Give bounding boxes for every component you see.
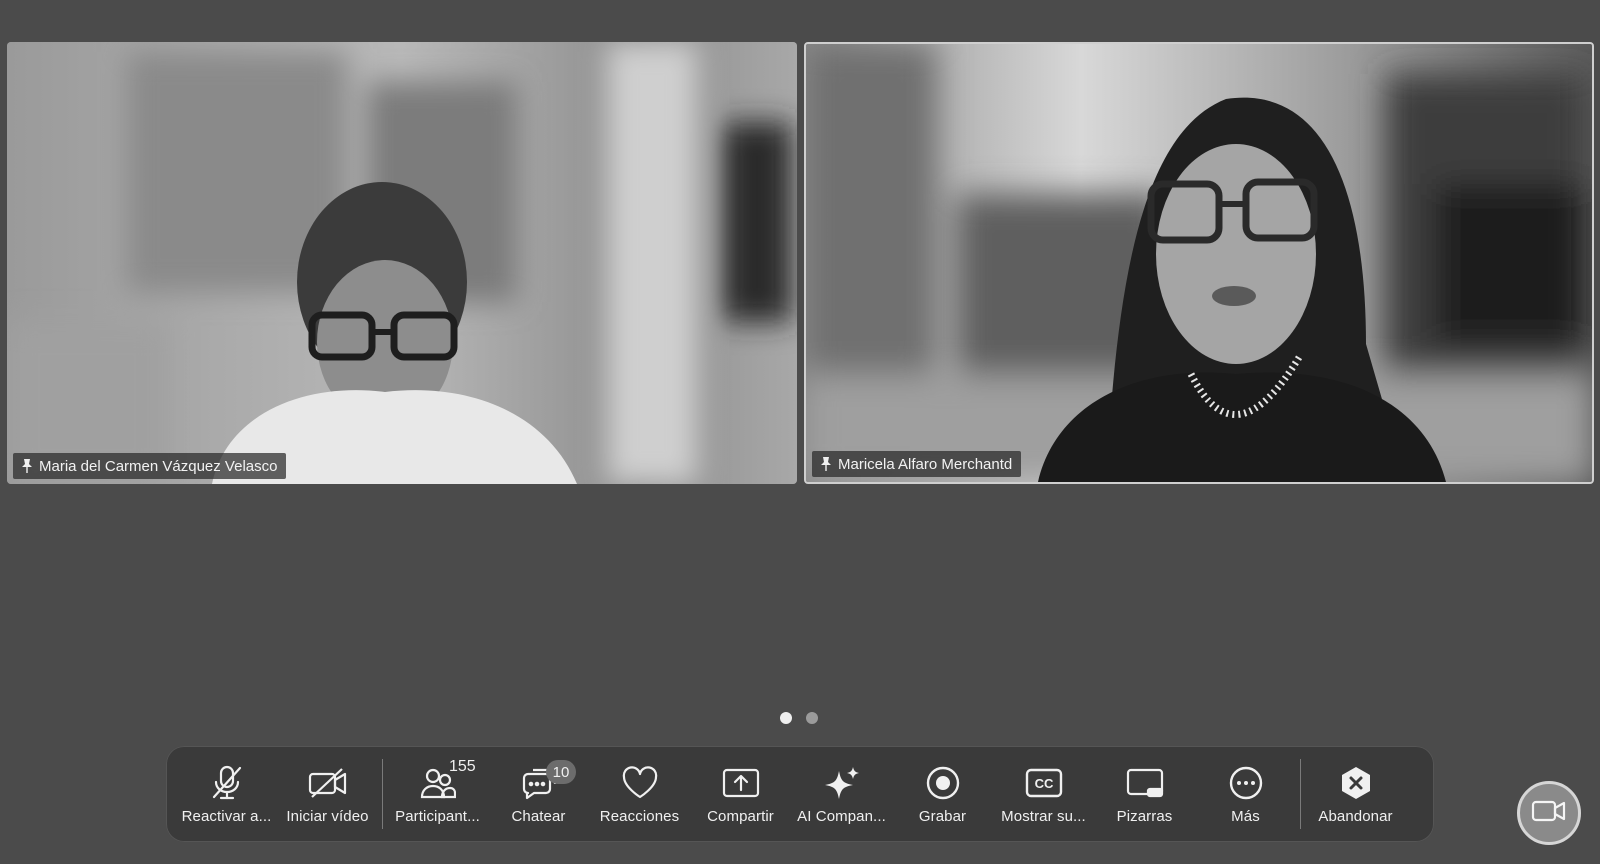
- cc-icon: CC: [1025, 764, 1063, 802]
- video-tile-participant-2[interactable]: Maricela Alfaro Merchantd: [804, 42, 1594, 484]
- chat-button[interactable]: 10 Chatear: [488, 754, 589, 834]
- chat-label: Chatear: [511, 807, 566, 825]
- name-tag: Maricela Alfaro Merchantd: [812, 451, 1022, 477]
- video-tile-participant-1[interactable]: Maria del Carmen Vázquez Velasco: [7, 42, 797, 484]
- ai-companion-button[interactable]: AI Compan...: [791, 754, 892, 834]
- gallery-pager: [780, 712, 818, 724]
- meeting-stage: Maria del Carmen Vázquez Velasco Maricel…: [0, 0, 1600, 864]
- toolbar-divider: [382, 759, 383, 829]
- more-button[interactable]: Más: [1195, 754, 1296, 834]
- share-button[interactable]: Compartir: [690, 754, 791, 834]
- leave-label: Abandonar: [1318, 807, 1393, 825]
- participant-name: Maricela Alfaro Merchantd: [838, 455, 1013, 473]
- unmute-label: Reactivar a...: [181, 807, 272, 825]
- pin-icon: [21, 458, 33, 474]
- mic-muted-icon: [210, 764, 244, 802]
- toolbar-divider: [1300, 759, 1301, 829]
- whiteboards-label: Pizarras: [1116, 807, 1173, 825]
- more-label: Más: [1231, 807, 1260, 825]
- record-label: Grabar: [918, 807, 967, 825]
- record-icon: [925, 764, 961, 802]
- pin-icon: [820, 456, 832, 472]
- start-video-button[interactable]: Iniciar vídeo: [277, 754, 378, 834]
- start-video-label: Iniciar vídeo: [286, 807, 369, 825]
- reactions-button[interactable]: Reacciones: [589, 754, 690, 834]
- share-label: Compartir: [707, 807, 774, 825]
- leave-icon: [1338, 764, 1374, 802]
- unmute-button[interactable]: Reactivar a...: [176, 754, 277, 834]
- captions-label: Mostrar su...: [1001, 807, 1086, 825]
- participant-name: Maria del Carmen Vázquez Velasco: [39, 457, 278, 475]
- whiteboard-icon: [1126, 764, 1164, 802]
- participant-2-video: [806, 44, 1592, 482]
- svg-text:CC: CC: [1034, 776, 1053, 791]
- ai-companion-label: AI Compan...: [797, 807, 886, 825]
- captions-button[interactable]: CC Mostrar su...: [993, 754, 1094, 834]
- reactions-label: Reacciones: [599, 807, 680, 825]
- participants-label: Participant...: [395, 807, 480, 825]
- more-icon: [1228, 764, 1264, 802]
- video-off-icon: [308, 764, 348, 802]
- heart-icon: [621, 764, 659, 802]
- record-button[interactable]: Grabar: [892, 754, 993, 834]
- meeting-toolbar: Reactivar a... Iniciar vídeo 155 Partici…: [166, 746, 1434, 842]
- leave-button[interactable]: Abandonar: [1305, 754, 1406, 834]
- page-dot-1[interactable]: [780, 712, 792, 724]
- self-view-button[interactable]: [1517, 781, 1581, 845]
- sparkle-icon: [823, 764, 861, 802]
- participant-1-video: [7, 42, 797, 484]
- participants-count: 155: [449, 758, 476, 775]
- participants-button[interactable]: 155 Participant...: [387, 754, 488, 834]
- name-tag: Maria del Carmen Vázquez Velasco: [13, 453, 287, 479]
- page-dot-2[interactable]: [806, 712, 818, 724]
- whiteboards-button[interactable]: Pizarras: [1094, 754, 1195, 834]
- share-screen-icon: [722, 764, 760, 802]
- camera-icon: [1531, 799, 1567, 828]
- chat-badge: 10: [546, 760, 576, 784]
